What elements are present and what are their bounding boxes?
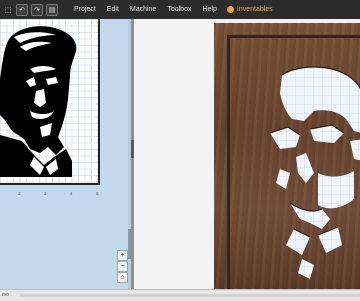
inventables-label: Inventables (236, 6, 273, 13)
top-toolbar: ⬚ ↶ ↷ ▤ Project Edit Machine Toolbox Hel… (0, 0, 360, 19)
carved-portrait-preview (269, 66, 360, 279)
menu-project[interactable]: Project (74, 6, 96, 13)
inventables-link[interactable]: Inventables (226, 6, 273, 13)
menu-help[interactable]: Help (202, 6, 216, 13)
image-icon[interactable]: ▤ (46, 3, 58, 16)
menu-edit[interactable]: Edit (107, 6, 119, 13)
wood-board-preview (214, 23, 360, 299)
design-canvas[interactable]: 2 3 4 5 + − ⌂ (0, 19, 131, 289)
home-view-button[interactable]: ⌂ (117, 272, 128, 283)
zoom-out-button[interactable]: − (117, 261, 128, 272)
status-text: mo (2, 292, 9, 298)
status-bar: mo (0, 289, 360, 301)
horizontal-ruler: 2 3 4 5 (0, 191, 110, 199)
menu-toolbox[interactable]: Toolbox (167, 6, 191, 13)
portrait-vector-artwork[interactable] (0, 19, 98, 183)
inventables-logo-icon (226, 6, 234, 13)
3d-preview-pane[interactable] (134, 19, 360, 299)
ruler-label: 2 (18, 191, 21, 196)
horizontal-scrollbar[interactable] (20, 294, 360, 297)
zoom-in-button[interactable]: + (117, 250, 128, 261)
redo-icon[interactable]: ↷ (31, 3, 43, 16)
ruler-label: 5 (96, 191, 99, 196)
undo-icon[interactable]: ↶ (16, 3, 28, 16)
ruler-label: 4 (70, 191, 73, 196)
select-tool-icon[interactable]: ⬚ (3, 5, 13, 15)
menu-machine[interactable]: Machine (130, 6, 156, 13)
material-workpiece[interactable] (0, 19, 100, 185)
ruler-label: 3 (44, 191, 47, 196)
